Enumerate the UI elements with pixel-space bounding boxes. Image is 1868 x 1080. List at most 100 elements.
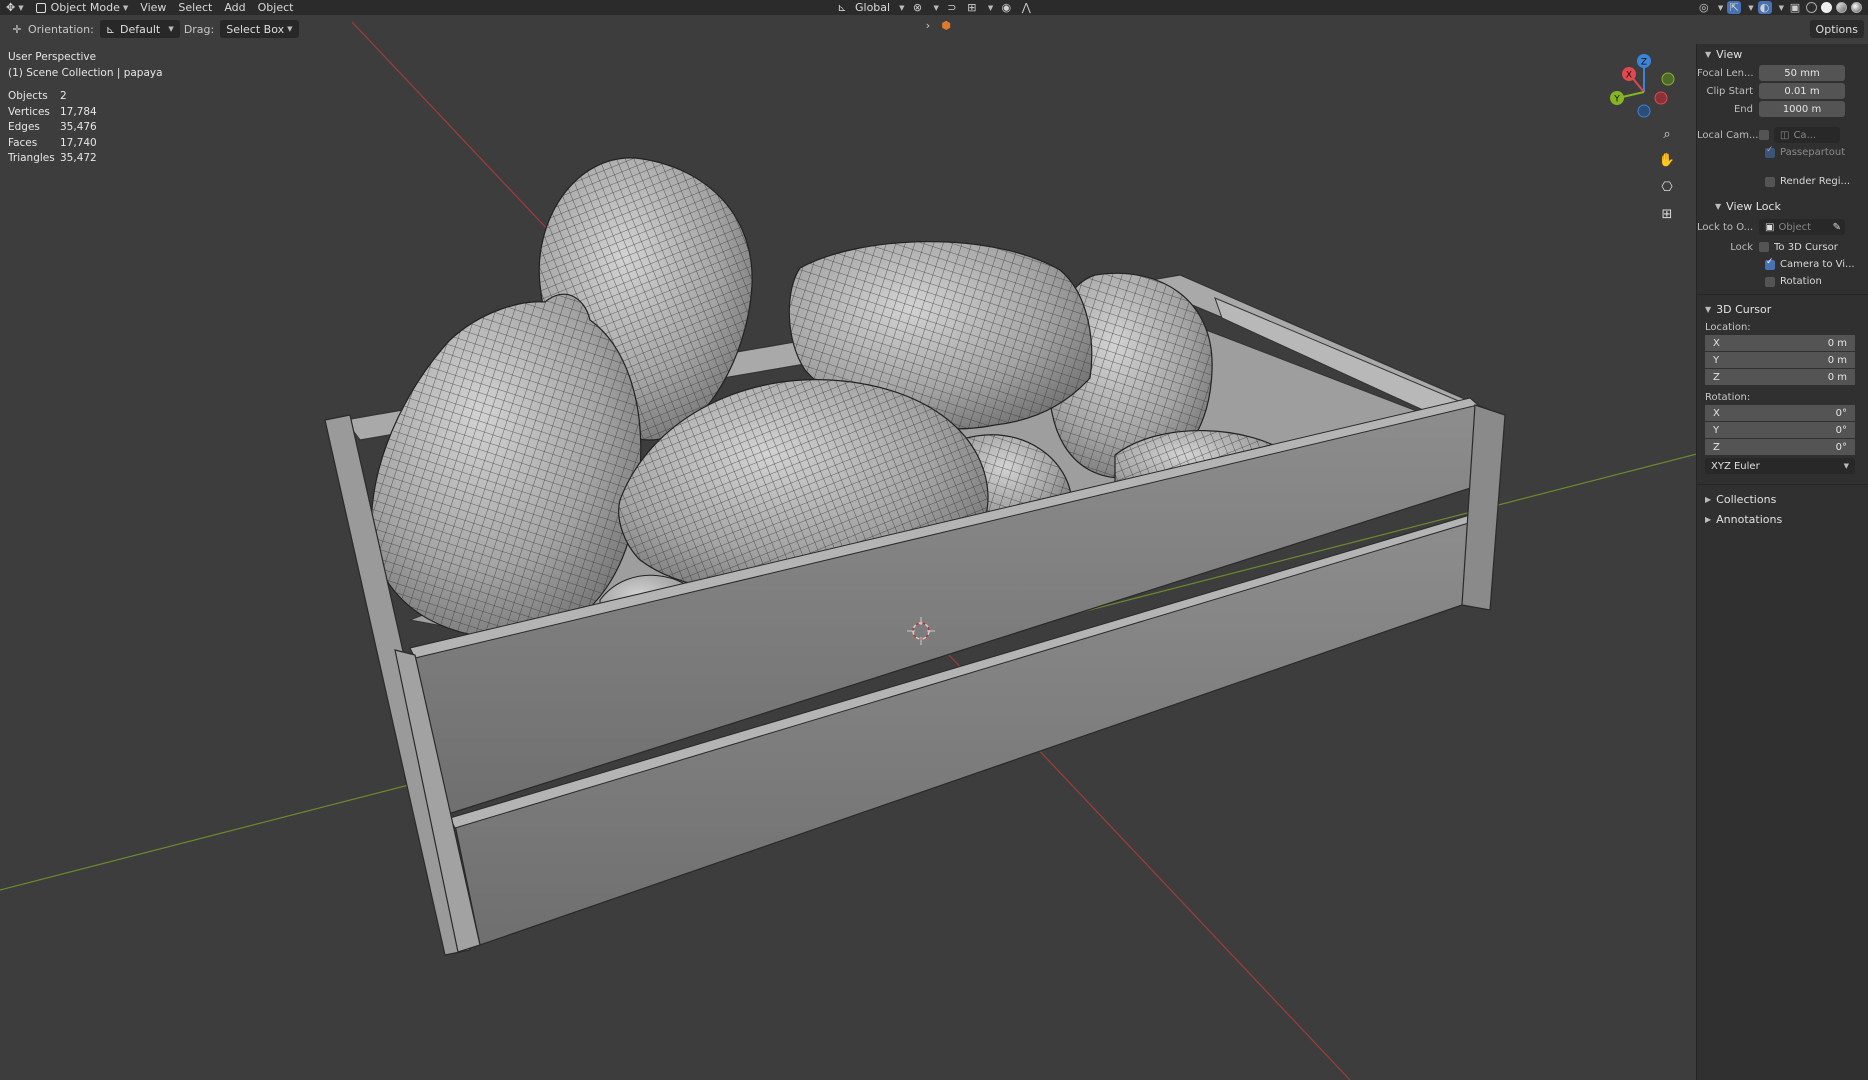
clip-start-field[interactable]: 0.01 m <box>1759 83 1845 99</box>
editor-type-button[interactable]: ✥ ▼ <box>0 0 30 15</box>
clip-start-label: Clip Start <box>1706 85 1754 97</box>
material-shading-icon[interactable] <box>1836 2 1847 13</box>
zoom-icon[interactable]: ⌕ <box>1656 123 1678 145</box>
render-region-checkbox[interactable] <box>1765 176 1775 187</box>
lock-rotation-row[interactable]: Rotation <box>1697 273 1868 290</box>
annotations-header[interactable]: ▶ Annotations <box>1697 509 1868 529</box>
falloff-icon[interactable]: ⋀ <box>1019 1 1033 14</box>
cube-color-icon[interactable]: ⬢ <box>939 19 953 32</box>
navigation-gizmo[interactable]: Z X Y <box>1604 50 1684 130</box>
cursor-location-y[interactable]: Y 0 m <box>1705 352 1855 368</box>
axis-value: 0 m <box>1827 371 1847 383</box>
passepartout-row[interactable]: Passepartout <box>1697 144 1868 161</box>
chevron-down-icon: ▼ <box>1705 304 1712 314</box>
passepartout-checkbox[interactable] <box>1765 145 1775 158</box>
snap-icon[interactable]: ⊃ <box>945 1 959 14</box>
local-camera-field[interactable]: ◫ Ca... <box>1774 127 1840 143</box>
menu-add[interactable]: Add <box>218 0 251 15</box>
viewport-3d[interactable] <box>0 0 1868 1080</box>
transform-orientation-dropdown[interactable]: Global <box>855 1 890 14</box>
local-camera-value: Ca... <box>1793 129 1817 141</box>
tool-settings-bar: ✛ Orientation: ⊾ Default ▼ Drag: Select B… <box>0 17 1868 41</box>
3d-cursor-header[interactable]: ▼ 3D Cursor <box>1697 299 1868 319</box>
camera-to-view-label: Camera to Vi... <box>1780 259 1855 270</box>
perspective-grid-icon[interactable]: ⊞ <box>1656 203 1678 225</box>
snap-settings-icon[interactable]: ⊞ <box>965 1 979 14</box>
orientation-dropdown[interactable]: ⊾ Default ▼ <box>99 20 180 38</box>
wireframe-shading-icon[interactable] <box>1806 2 1817 13</box>
gizmo-neg-y[interactable] <box>1661 72 1675 86</box>
gizmo-toggle-icon[interactable]: ⇱ <box>1727 1 1742 14</box>
stat-label: Objects <box>8 90 48 102</box>
menu-object[interactable]: Object <box>252 0 300 15</box>
axis-label: Z <box>1713 371 1720 383</box>
view-lock-title: View Lock <box>1726 199 1781 213</box>
annotations-title: Annotations <box>1716 512 1783 526</box>
stat-value: 35,472 <box>60 152 97 164</box>
transform-tool-icon[interactable]: ✛ <box>10 23 24 36</box>
stat-label: Edges <box>8 121 40 133</box>
axis-label: Y <box>1713 424 1720 436</box>
eyedropper-icon[interactable]: ✎ <box>1833 222 1841 233</box>
pan-hand-icon[interactable]: ✋ <box>1656 149 1678 171</box>
cursor-rotation-y[interactable]: Y 0° <box>1705 422 1855 438</box>
solid-shading-icon[interactable] <box>1821 2 1832 13</box>
gizmo-neg-z[interactable] <box>1637 104 1651 118</box>
local-camera-checkbox[interactable] <box>1759 130 1769 140</box>
menu-view[interactable]: View <box>134 0 172 15</box>
perspective-label: User Perspective <box>8 51 97 63</box>
camera-to-view-checkbox[interactable] <box>1765 257 1775 270</box>
stat-label: Faces <box>8 136 38 149</box>
rotation-mode-value: XYZ Euler <box>1711 460 1760 472</box>
lock-rotation-checkbox[interactable] <box>1765 276 1775 287</box>
lock-cursor-checkbox[interactable] <box>1759 242 1769 252</box>
visibility-icon[interactable]: ◎ <box>1697 1 1711 14</box>
overlay-toggle-icon[interactable]: ◐ <box>1757 1 1772 14</box>
drag-dropdown[interactable]: Select Box ▼ <box>220 20 299 38</box>
collection-label: (1) Scene Collection | papaya <box>8 66 163 79</box>
stat-row: Triangles 35,472 <box>8 151 97 167</box>
options-button[interactable]: Options <box>1809 20 1864 38</box>
view-lock-header[interactable]: ▼ View Lock <box>1697 196 1868 216</box>
chevron-right-icon: ▶ <box>1705 514 1712 524</box>
axis-value: 0° <box>1835 424 1847 436</box>
mode-dropdown[interactable]: Object Mode ▼ <box>29 0 135 15</box>
render-region-row[interactable]: Render Regi... <box>1697 173 1868 190</box>
stat-row: Edges 35,476 <box>8 120 97 136</box>
cursor-location-x[interactable]: X 0 m <box>1705 335 1855 351</box>
stat-label: Triangles <box>8 152 55 164</box>
focal-length-field[interactable]: 50 mm <box>1759 65 1845 81</box>
proportional-edit-icon[interactable]: ◉ <box>999 1 1013 14</box>
cursor-rotation-x[interactable]: X 0° <box>1705 405 1855 421</box>
lock-to-object-field[interactable]: ▣ Object ✎ <box>1759 219 1845 235</box>
clip-end-field[interactable]: 1000 m <box>1759 101 1845 117</box>
orientation-value: Default <box>120 22 161 36</box>
lock-rotation-label: Rotation <box>1780 276 1822 287</box>
xray-icon[interactable]: ▣ <box>1788 1 1802 14</box>
viewport-header: ✥ ▼ Object Mode ▼ View Select Add Object ⊾… <box>0 0 1868 15</box>
camera-view-icon[interactable]: ⎔ <box>1656 176 1678 198</box>
expand-arrow-icon[interactable]: › <box>921 19 935 32</box>
scene-statistics: Objects 2 Vertices 17,784 Edges 35,476 Face… <box>8 89 97 167</box>
gizmo-z-label: Z <box>1641 58 1647 68</box>
rotation-mode-dropdown[interactable]: XYZ Euler ▼ <box>1705 458 1855 474</box>
collections-header[interactable]: ▶ Collections <box>1697 489 1868 509</box>
axis-value: 0 m <box>1827 354 1847 366</box>
menu-select[interactable]: Select <box>172 0 218 15</box>
rendered-shading-icon[interactable] <box>1851 2 1862 13</box>
cursor-rotation-z[interactable]: Z 0° <box>1705 439 1855 455</box>
stat-value: 35,476 <box>60 121 97 133</box>
gizmo-neg-x[interactable] <box>1654 91 1668 105</box>
chevron-right-icon: ▶ <box>1705 494 1712 504</box>
chevron-down-icon: ▼ <box>1705 49 1712 59</box>
stat-row: Faces 17,740 <box>8 136 97 152</box>
clip-end-label: End <box>1733 103 1753 115</box>
axis-label: Z <box>1713 441 1720 453</box>
stat-value: 2 <box>60 90 67 102</box>
stat-value: 17,740 <box>60 136 97 149</box>
pivot-point-icon[interactable]: ⊗ <box>910 1 924 14</box>
view-panel-header[interactable]: ▼ View <box>1697 44 1868 64</box>
orientation-icon: ⊾ <box>105 22 116 36</box>
camera-to-view-row[interactable]: Camera to Vi... <box>1697 256 1868 273</box>
cursor-location-z[interactable]: Z 0 m <box>1705 369 1855 385</box>
